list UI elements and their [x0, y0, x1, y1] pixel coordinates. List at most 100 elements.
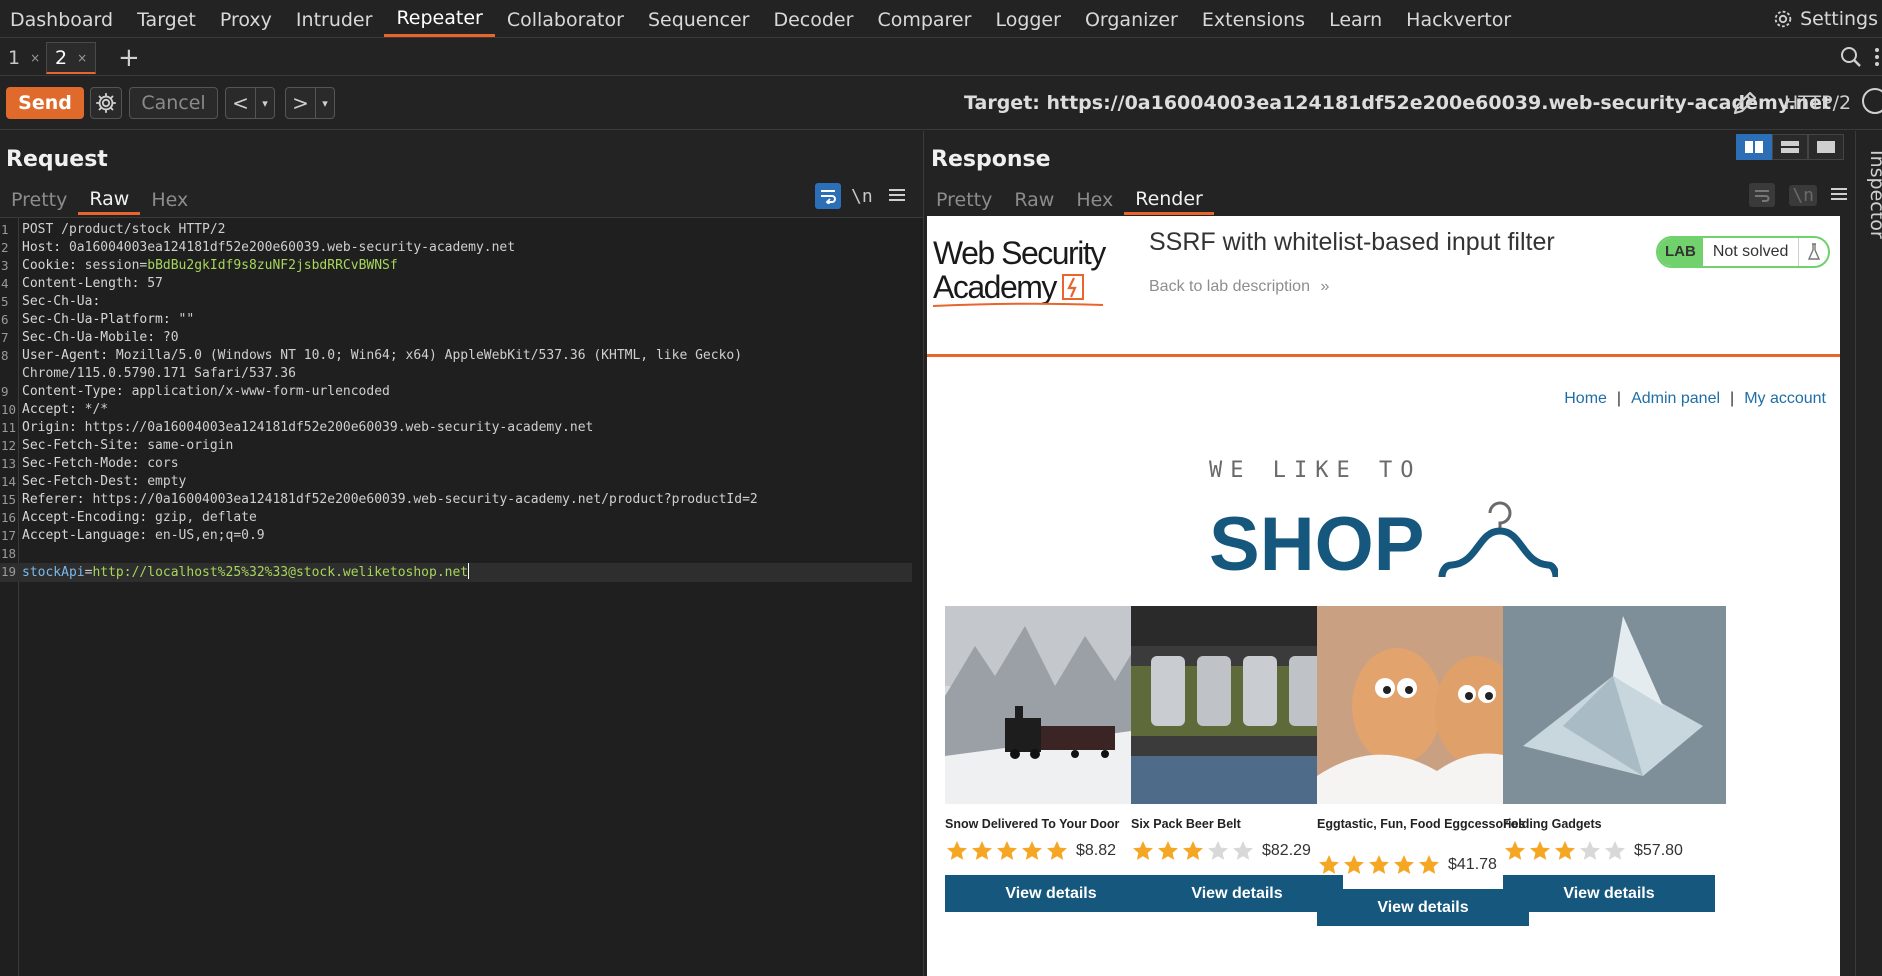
- help-icon[interactable]: [1862, 88, 1882, 114]
- cancel-button[interactable]: Cancel: [129, 87, 218, 119]
- inspector-panel[interactable]: [1855, 131, 1882, 976]
- wsa-logo[interactable]: Web Security Academy: [933, 236, 1113, 308]
- chevron-right-icon[interactable]: >: [286, 88, 316, 118]
- header-name: Content-Length:: [22, 276, 140, 291]
- lab-status-badge: LAB Not solved: [1656, 236, 1831, 268]
- header-name: Sec-Fetch-Site:: [22, 438, 140, 453]
- chevron-down-icon[interactable]: ▾: [256, 97, 274, 110]
- nav-proxy[interactable]: Proxy: [208, 0, 284, 37]
- line-number: 12: [1, 438, 17, 453]
- code-line[interactable]: 5 Sec-Ch-Ua:: [0, 293, 912, 311]
- nav-intruder[interactable]: Intruder: [284, 0, 385, 37]
- request-code[interactable]: 1 POST /product/stock HTTP/2 2 Host: 0a1600…: [0, 221, 912, 582]
- code-line[interactable]: 15 Referer: https://0a16004003ea124181df5…: [0, 491, 912, 509]
- code-line[interactable]: Chrome/115.0.5790.171 Safari/537.36: [0, 365, 912, 383]
- history-forward-button[interactable]: > ▾: [285, 87, 335, 119]
- show-newlines-icon[interactable]: \n: [851, 186, 873, 207]
- code-line[interactable]: 2 Host: 0a16004003ea124181df52e200e60039.…: [0, 239, 912, 257]
- gear-icon[interactable]: [90, 87, 122, 119]
- search-icon[interactable]: [1840, 46, 1862, 72]
- code-line[interactable]: 14 Sec-Fetch-Dest: empty: [0, 473, 912, 491]
- add-tab-icon[interactable]: +: [118, 42, 140, 74]
- send-button[interactable]: Send: [6, 87, 84, 119]
- repeater-tab-1[interactable]: 1 ×: [0, 42, 48, 74]
- show-newlines-icon[interactable]: \n: [1789, 184, 1817, 206]
- hamburger-menu-icon[interactable]: [888, 187, 905, 206]
- code-line[interactable]: 12 Sec-Fetch-Site: same-origin: [0, 437, 912, 455]
- chevron-down-icon[interactable]: ▾: [316, 97, 334, 110]
- close-icon[interactable]: ×: [77, 51, 87, 65]
- code-line[interactable]: 9 Content-Type: application/x-www-form-ur…: [0, 383, 912, 401]
- line-number: [0, 365, 17, 383]
- nav-link-admin-panel[interactable]: Admin panel: [1631, 390, 1720, 408]
- response-tab-hex[interactable]: Hex: [1065, 185, 1124, 215]
- request-tab-pretty[interactable]: Pretty: [0, 185, 78, 215]
- request-tab-hex[interactable]: Hex: [140, 185, 199, 215]
- view-details-button[interactable]: View details: [1317, 889, 1529, 926]
- line-content: Referer: https://0a16004003ea124181df52e…: [17, 491, 912, 509]
- close-icon[interactable]: ×: [30, 51, 40, 65]
- pencil-icon[interactable]: [1730, 88, 1760, 122]
- response-tab-pretty[interactable]: Pretty: [925, 185, 1003, 215]
- repeater-tab-2[interactable]: 2 ×: [46, 42, 97, 74]
- chevron-left-icon[interactable]: <: [226, 88, 256, 118]
- nav-organizer[interactable]: Organizer: [1073, 0, 1190, 37]
- nav-decoder[interactable]: Decoder: [761, 0, 865, 37]
- code-line[interactable]: 10 Accept: */*: [0, 401, 912, 419]
- code-line[interactable]: 19 stockApi=http://localhost%25%32%33@sto…: [0, 563, 912, 582]
- hamburger-menu-icon[interactable]: [1831, 186, 1847, 205]
- code-line[interactable]: 17 Accept-Language: en-US,en;q=0.9: [0, 527, 912, 545]
- response-tab-render[interactable]: Render: [1124, 185, 1214, 215]
- view-details-button[interactable]: View details: [1503, 875, 1715, 912]
- request-tab-raw[interactable]: Raw: [78, 185, 141, 215]
- nav-learn[interactable]: Learn: [1317, 0, 1394, 37]
- cookie-value: bBdBu2gkIdf9s8zuNF2jsbdRRCvBWNSf: [147, 258, 398, 273]
- star-icon: [1208, 841, 1228, 860]
- nav-sequencer[interactable]: Sequencer: [636, 0, 762, 37]
- word-wrap-icon[interactable]: [1749, 183, 1776, 207]
- http-version-label[interactable]: HTTP/2: [1784, 92, 1851, 114]
- request-editor[interactable]: 1 POST /product/stock HTTP/2 2 Host: 0a1600…: [0, 217, 923, 976]
- nav-extensions[interactable]: Extensions: [1190, 0, 1317, 37]
- view-details-button[interactable]: View details: [945, 875, 1157, 912]
- nav-hackvertor[interactable]: Hackvertor: [1394, 0, 1523, 37]
- line-number: 3: [1, 258, 9, 273]
- code-line[interactable]: 18: [0, 545, 912, 563]
- nav-link-home[interactable]: Home: [1564, 390, 1607, 408]
- star-icon: [1022, 841, 1042, 860]
- nav-target[interactable]: Target: [125, 0, 208, 37]
- nav-repeater[interactable]: Repeater: [384, 0, 495, 37]
- line-content: Host: 0a16004003ea124181df52e200e60039.w…: [17, 239, 912, 257]
- code-line[interactable]: 4 Content-Length: 57: [0, 275, 912, 293]
- split-columns-icon[interactable]: [1736, 134, 1772, 160]
- line-content: Content-Length: 57: [17, 275, 912, 293]
- code-line[interactable]: 3 Cookie: session=bBdBu2gkIdf9s8zuNF2jsbd…: [0, 257, 912, 275]
- nav-collaborator[interactable]: Collaborator: [495, 0, 636, 37]
- response-tab-raw[interactable]: Raw: [1003, 185, 1065, 215]
- flask-icon[interactable]: [1798, 238, 1828, 266]
- inspector-tab[interactable]: Inspector: [1866, 150, 1882, 239]
- product-name: Snow Delivered To Your Door: [945, 817, 1120, 831]
- product-image-paper-boat[interactable]: [1503, 606, 1726, 804]
- code-line[interactable]: 8 User-Agent: Mozilla/5.0 (Windows NT 10.…: [0, 347, 912, 365]
- nav-comparer[interactable]: Comparer: [865, 0, 983, 37]
- nav-logger[interactable]: Logger: [983, 0, 1073, 37]
- history-back-button[interactable]: < ▾: [225, 87, 275, 119]
- star-icon: [1183, 841, 1203, 860]
- code-line[interactable]: 1 POST /product/stock HTTP/2: [0, 221, 912, 239]
- more-vert-icon[interactable]: [1874, 46, 1882, 68]
- header-value: */*: [76, 402, 109, 417]
- code-line[interactable]: 7 Sec-Ch-Ua-Mobile: ?0: [0, 329, 912, 347]
- nav-dashboard[interactable]: Dashboard: [0, 0, 125, 37]
- split-rows-icon[interactable]: [1772, 134, 1808, 160]
- single-pane-icon[interactable]: [1808, 134, 1844, 160]
- code-line[interactable]: 16 Accept-Encoding: gzip, deflate: [0, 509, 912, 527]
- code-line[interactable]: 13 Sec-Fetch-Mode: cors: [0, 455, 912, 473]
- back-to-lab-link[interactable]: Back to lab description »: [1149, 278, 1329, 296]
- code-line[interactable]: 11 Origin: https://0a16004003ea124181df52…: [0, 419, 912, 437]
- code-line[interactable]: 6 Sec-Ch-Ua-Platform: "": [0, 311, 912, 329]
- nav-link-my-account[interactable]: My account: [1744, 390, 1826, 408]
- view-details-button[interactable]: View details: [1131, 875, 1343, 912]
- word-wrap-icon[interactable]: [815, 183, 841, 209]
- settings-button[interactable]: Settings: [1772, 0, 1882, 38]
